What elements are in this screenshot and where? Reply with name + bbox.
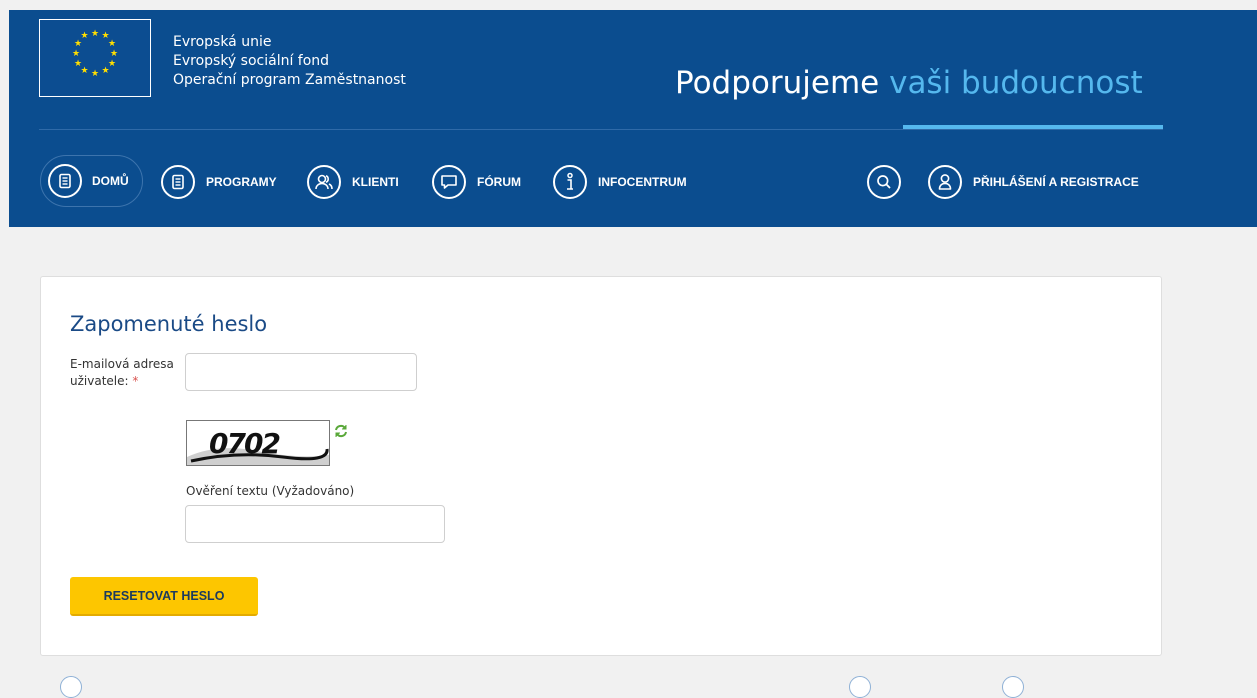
svg-text:★: ★ [108,39,116,49]
svg-text:★: ★ [91,29,99,39]
eu-flag-logo: ★ ★ ★ ★ ★ ★ ★ ★ ★ ★ ★ ★ [39,19,151,97]
reset-password-button[interactable]: RESETOVAT HESLO [70,577,258,616]
nav-item-login[interactable]: PŘIHLÁŠENÍ A REGISTRACE [928,162,1139,202]
page-title: Zapomenuté heslo [70,312,268,336]
email-input[interactable] [185,353,417,391]
nav-item-infocenter[interactable]: INFOCENTRUM [553,162,687,202]
slogan-main: Podporujeme [675,65,880,101]
document-icon [48,164,82,198]
required-mark: * [132,374,139,388]
nav-item-clients[interactable]: KLIENTI [307,162,399,202]
user-icon [928,165,962,199]
slogan-accent: vaši budoucnost [889,65,1143,101]
nav-item-home[interactable]: DOMŮ [40,155,143,207]
users-icon [307,165,341,199]
nav-label-home: DOMŮ [92,174,129,188]
nav-label-infocenter: INFOCENTRUM [598,175,687,189]
svg-text:★: ★ [110,49,118,59]
document-icon [161,165,195,199]
nav-label-forum: FÓRUM [477,175,521,189]
footer-circle-icon [1002,676,1024,698]
svg-text:★: ★ [91,69,99,79]
nav-item-programs[interactable]: PROGRAMY [161,162,277,202]
info-icon [553,165,587,199]
nav-label-login: PŘIHLÁŠENÍ A REGISTRACE [973,175,1139,189]
eu-program-text: Evropská unie Evropský sociální fond Ope… [173,33,406,90]
eu-line-3: Operační program Zaměstnanost [173,72,406,88]
eu-line-2: Evropský sociální fond [173,53,330,69]
site-header: ★ ★ ★ ★ ★ ★ ★ ★ ★ ★ ★ ★ Evropská unie Ev… [9,10,1257,227]
email-label: E-mailová adresa uživatele: * [70,356,180,390]
refresh-captcha-icon[interactable] [333,423,349,439]
captcha-label: Ověření textu (Vyžadováno) [186,484,355,498]
svg-text:★: ★ [72,49,80,59]
captcha-image: 0702 [186,420,330,466]
captcha-text: 0702 [209,427,279,460]
eu-line-1: Evropská unie [173,34,272,50]
captcha-input[interactable] [185,505,445,543]
header-divider [39,129,1163,130]
svg-text:★: ★ [74,39,82,49]
search-button[interactable] [867,162,901,202]
search-icon [867,165,901,199]
chat-icon [432,165,466,199]
footer-circle-icon [60,676,82,698]
svg-text:★: ★ [101,66,109,76]
nav-label-programs: PROGRAMY [206,175,277,189]
footer-circle-icon [849,676,871,698]
svg-text:★: ★ [74,59,82,69]
nav-item-forum[interactable]: FÓRUM [432,162,521,202]
slogan: Podporujeme vaši budoucnost [675,63,1143,103]
email-label-text: E-mailová adresa uživatele: [70,357,174,388]
nav-label-clients: KLIENTI [352,175,399,189]
